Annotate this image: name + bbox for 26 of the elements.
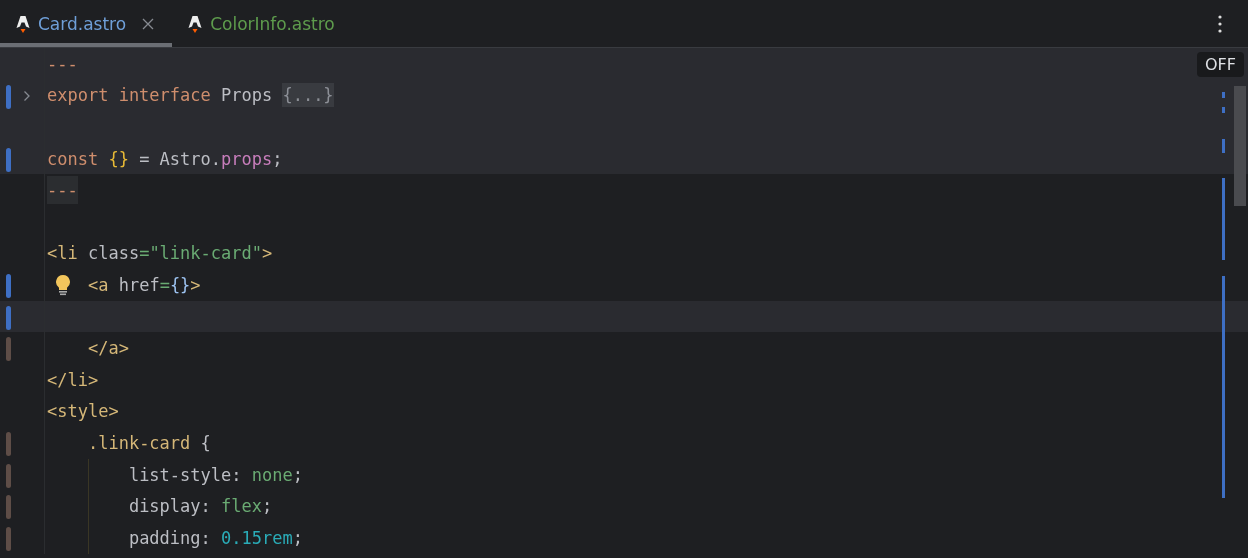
change-stripe-marker[interactable] (1222, 107, 1225, 113)
rocket-logo-icon (188, 14, 203, 33)
change-stripe-marker[interactable] (1222, 139, 1225, 153)
code-line: display: flex; (128, 496, 273, 517)
code-line: const {} = Astro.props; (47, 148, 283, 169)
code-line: </li> (47, 369, 99, 390)
file-tab[interactable]: ColorInfo.astro (172, 0, 347, 47)
change-stripe-marker[interactable] (1222, 178, 1225, 260)
chevron-right-icon[interactable] (23, 89, 31, 102)
code-line: export interface Props {...} (47, 85, 334, 106)
code-line: list-style: none; (128, 464, 303, 485)
code-line: padding: 0.15rem; (128, 527, 303, 548)
more-options-icon[interactable] (1218, 14, 1222, 33)
rocket-logo-icon (16, 14, 30, 33)
code-line: --- (47, 53, 78, 74)
inspection-toggle[interactable]: OFF (1197, 52, 1244, 77)
code-line: <a href={}> (87, 274, 201, 295)
code-line: <li class="link-card"> (47, 243, 273, 264)
change-stripe-marker[interactable] (1222, 276, 1225, 498)
change-stripe-marker[interactable] (1222, 92, 1225, 98)
scrollbar-thumb[interactable] (1234, 86, 1246, 206)
code-line: <style> (47, 401, 119, 422)
code-line: </a> (87, 338, 129, 359)
close-icon[interactable] (142, 17, 155, 30)
lightbulb-icon[interactable] (55, 274, 71, 297)
code-line: .link-card { (87, 432, 211, 453)
